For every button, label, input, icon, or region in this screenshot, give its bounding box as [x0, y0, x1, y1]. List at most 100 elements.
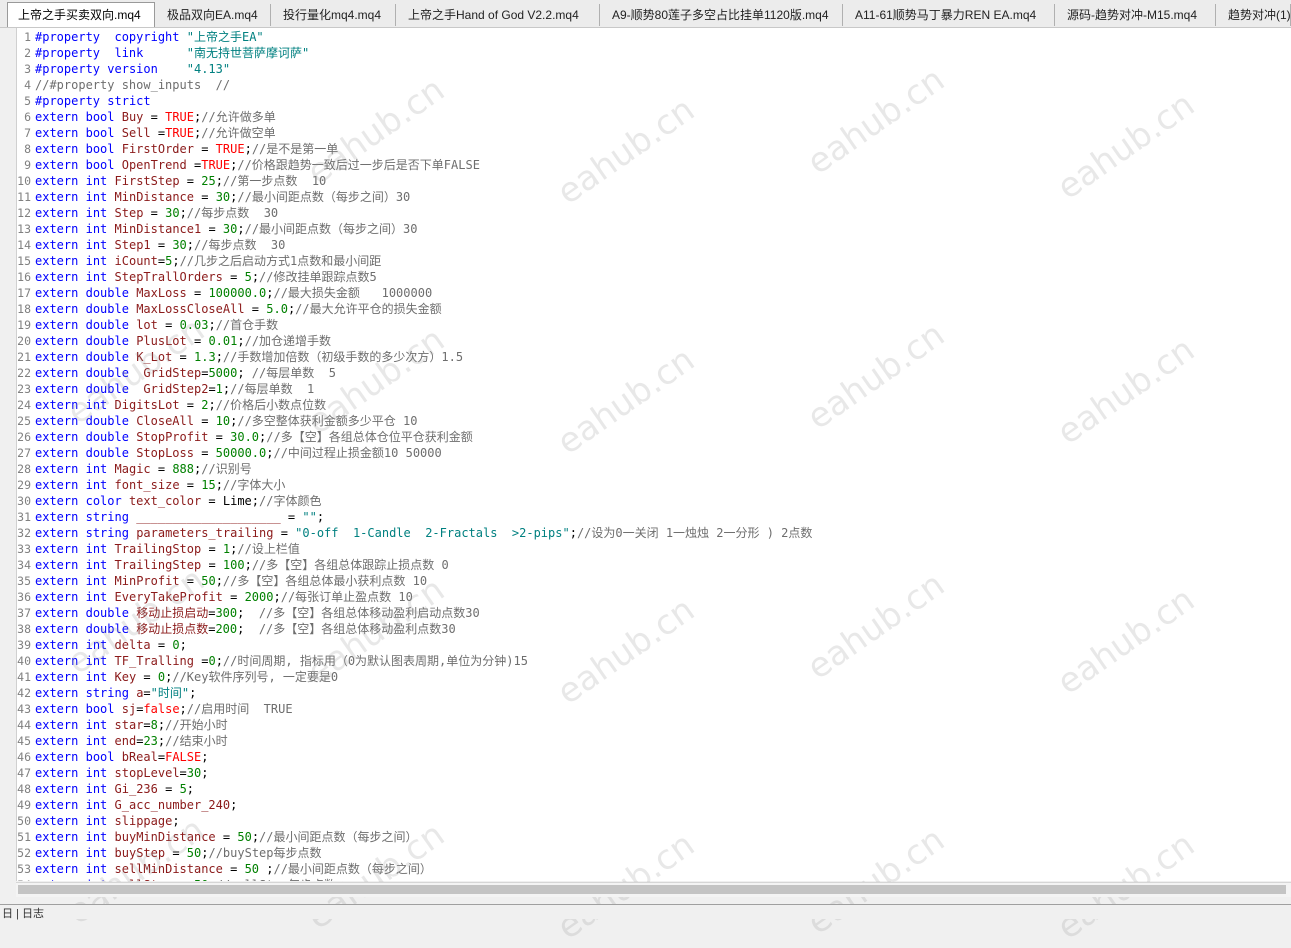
token-pl: ;: [237, 622, 259, 636]
token-id: buyStep: [114, 846, 166, 860]
token-id: StopLoss: [136, 446, 194, 460]
token-pl: =: [193, 446, 216, 460]
token-kw: int: [86, 878, 108, 881]
token-kw: int: [85, 254, 108, 268]
token-id: StepTrallOrders: [114, 270, 223, 284]
line-number: 24: [17, 398, 31, 412]
token-cm: //设上栏值: [237, 542, 300, 556]
line-number: 31: [17, 510, 31, 524]
line-code: extern string ____________________ = "";: [35, 509, 324, 525]
token-id: sj: [121, 702, 137, 716]
scrollbar-thumb[interactable]: [18, 885, 1286, 894]
token-kw: extern: [35, 798, 79, 812]
token-pl: =: [201, 222, 223, 236]
file-tab-3[interactable]: 投行量化mq4.mq4: [273, 4, 396, 26]
token-num: 888: [172, 462, 195, 476]
status-bar: 日 | 日志: [0, 904, 1291, 920]
file-tab-1[interactable]: 上帝之手买卖双向.mq4: [7, 2, 155, 27]
token-pl: =: [172, 350, 194, 364]
line-number: 51: [17, 830, 31, 844]
token-kw: extern: [35, 238, 79, 252]
token-cm: //每层单数 1: [230, 382, 315, 396]
token-kw: extern: [35, 414, 79, 428]
token-cm: //多【空】各组总体最小获利点数 10: [222, 574, 428, 588]
line-number: 45: [17, 734, 31, 748]
file-tab-4[interactable]: 上帝之手Hand of God V2.2.mq4: [398, 4, 600, 26]
token-id: end: [114, 734, 137, 748]
line-code: extern int buyMinDistance = 50;//最小间距点数（…: [35, 829, 418, 845]
line-code: extern int end=23;//结束小时: [35, 733, 228, 749]
token-id: delta: [114, 638, 151, 652]
line-number: 17: [17, 286, 31, 300]
file-tab-2[interactable]: 极品双向EA.mq4: [157, 4, 271, 26]
token-id: TrailingStep: [114, 558, 202, 572]
token-cm: //sellStep每步点数: [216, 878, 336, 881]
token-kw: #property: [35, 62, 101, 76]
file-tab-7[interactable]: 源码-趋势对冲-M15.mq4: [1057, 4, 1216, 26]
file-tab-5[interactable]: A9-顺势80莲子多空占比挂单1120版.mq4: [602, 4, 843, 26]
line-code: #property version "4.13": [35, 61, 230, 77]
file-tab-6[interactable]: A11-61顺势马丁暴力REN EA.mq4: [845, 4, 1055, 26]
token-kw: extern: [35, 750, 79, 764]
token-kw: int: [85, 174, 108, 188]
token-cm: //#property show_inputs //: [35, 78, 231, 92]
line-code: #property strict: [35, 93, 151, 109]
token-cm: //价格跟趋势一致后过一步后是否下单FALSE: [237, 158, 480, 172]
token-num: 200: [215, 622, 238, 636]
line-number: 22: [17, 366, 31, 380]
token-id: 移动止损启动: [136, 606, 209, 620]
line-code: extern int sellStep = 50;//sellStep每步点数: [35, 877, 336, 881]
line-code: extern double GridStep=5000; //每层单数 5: [35, 365, 336, 381]
token-kw: int: [85, 238, 108, 252]
token-id: MaxLossCloseAll: [136, 302, 245, 316]
token-pl: ;: [237, 366, 252, 380]
token-kw: string: [85, 510, 129, 524]
token-pl: ;: [215, 174, 223, 188]
token-id: StopProfit: [136, 430, 209, 444]
line-number: 10: [17, 174, 31, 188]
token-kw: int: [85, 270, 108, 284]
token-kw: double: [85, 622, 129, 636]
line-number: 1: [24, 30, 31, 44]
token-kw: extern: [35, 270, 79, 284]
line-number: 7: [24, 126, 31, 140]
token-num: 50: [186, 846, 202, 860]
token-num: 0: [172, 638, 180, 652]
line-code: extern bool FirstOrder = TRUE;//是不是第一单: [35, 141, 338, 157]
token-pl: ;: [244, 142, 252, 156]
token-id: Sell: [121, 126, 151, 140]
line-number: 16: [17, 270, 31, 284]
token-cm: //时间周期, 指标用（0为默认图表周期,单位为分钟)15: [222, 654, 528, 668]
file-tab-8[interactable]: 趋势对冲(1): [1218, 4, 1291, 26]
token-num: 50: [194, 878, 208, 881]
line-code: extern int stopLevel=30;: [35, 765, 208, 781]
horizontal-scrollbar[interactable]: [16, 882, 1291, 897]
line-code: extern double MaxLoss = 100000.0;//最大损失金…: [35, 285, 432, 301]
token-num: 30: [186, 766, 202, 780]
token-id: MinDistance1: [114, 222, 202, 236]
token-cm: //最小间距点数（每步之间）30: [237, 190, 411, 204]
line-number: 49: [17, 798, 31, 812]
line-code: extern int TrailingStop = 1;//设上栏值: [35, 541, 300, 557]
token-id: PlusLot: [136, 334, 187, 348]
code-editor[interactable]: 1 #property copyright "上帝之手EA" 2 #property …: [16, 28, 1291, 881]
line-number: 39: [17, 638, 31, 652]
token-cm: //允许做空单: [201, 126, 276, 140]
token-pl: ;: [179, 638, 187, 652]
